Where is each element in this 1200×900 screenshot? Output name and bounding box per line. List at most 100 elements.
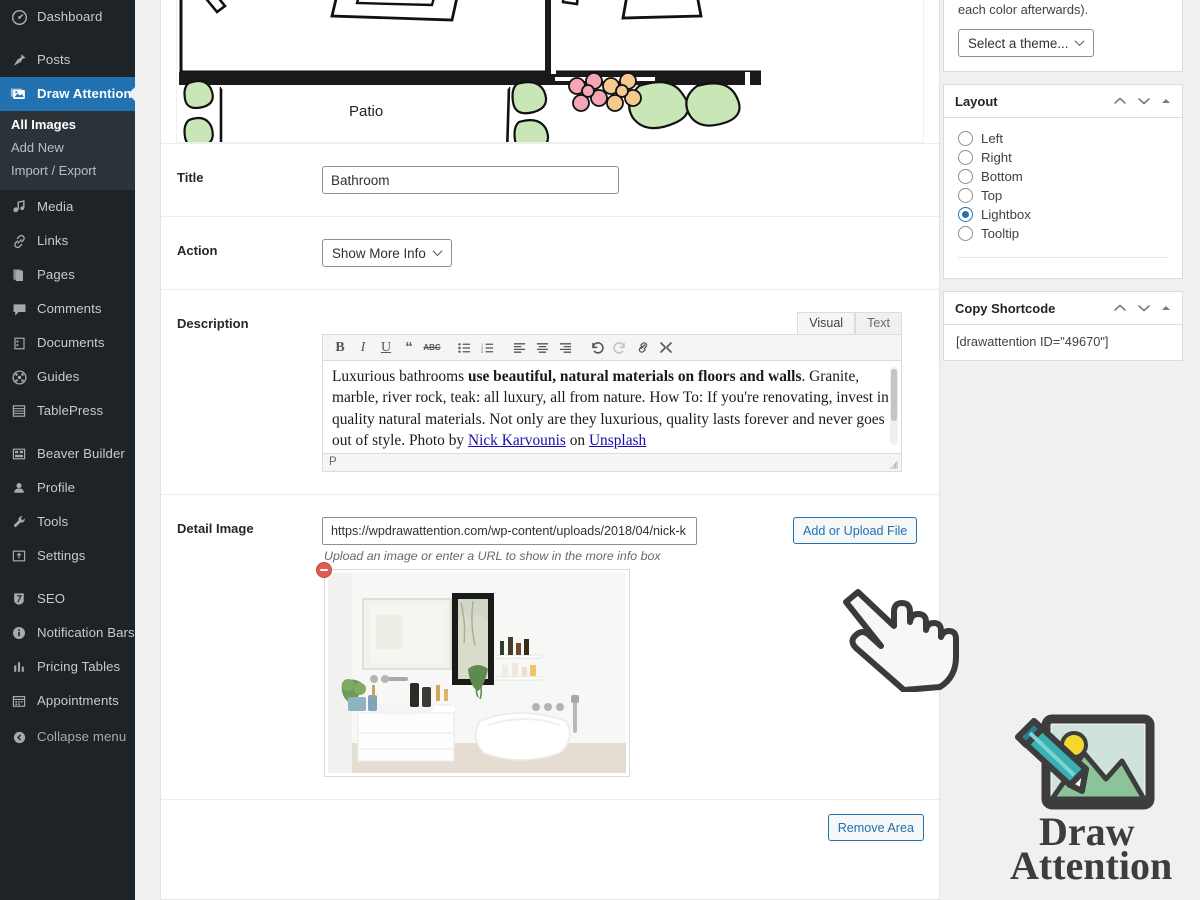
info-icon — [9, 623, 29, 643]
sidebar-item-tablepress[interactable]: TablePress — [0, 394, 135, 428]
layout-option-tooltip[interactable]: Tooltip — [958, 226, 1168, 241]
sidebar-item-pricing-tables[interactable]: Pricing Tables — [0, 650, 135, 684]
panel-divider — [958, 257, 1168, 258]
sidebar-item-settings[interactable]: Settings — [0, 539, 135, 573]
submenu-item-import-export[interactable]: Import / Export — [0, 159, 135, 182]
sidebar-item-guides[interactable]: Guides — [0, 360, 135, 394]
remove-image-button[interactable] — [316, 562, 332, 578]
radio-top[interactable] — [958, 188, 973, 203]
layout-option-label: Right — [981, 150, 1012, 165]
toggle-panel-icon[interactable] — [1161, 304, 1171, 312]
detail-image-label: Detail Image — [177, 521, 254, 536]
remove-area-button[interactable]: Remove Area — [827, 814, 924, 841]
radio-right[interactable] — [958, 150, 973, 165]
radio-lightbox[interactable] — [958, 207, 973, 222]
sidebar-item-label: Links — [37, 232, 69, 248]
add-or-upload-file-button[interactable]: Add or Upload File — [793, 517, 918, 544]
collapse-menu-button[interactable]: Collapse menu — [0, 720, 135, 754]
align-center-icon[interactable] — [531, 337, 553, 359]
detail-image-url-input[interactable] — [322, 517, 697, 545]
layout-option-left[interactable]: Left — [958, 131, 1168, 146]
editor-resize-handle[interactable] — [889, 460, 898, 469]
floorplan-sketch[interactable]: Patio — [176, 0, 924, 143]
rich-text-editor: Visual Text B I U “ ABC 1 2 3 Luxurious … — [322, 312, 902, 472]
shortcode-body: [drawattention ID="49670"] — [944, 325, 1182, 360]
sidebar-item-label: TablePress — [37, 402, 104, 418]
calendar-icon — [9, 691, 29, 711]
layout-option-bottom[interactable]: Bottom — [958, 169, 1168, 184]
sidebar-item-dashboard[interactable]: Dashboard — [0, 0, 135, 34]
layout-option-lightbox[interactable]: Lightbox — [958, 207, 1168, 222]
link-icon — [9, 231, 29, 251]
sidebar-item-seo[interactable]: SEO — [0, 582, 135, 616]
sidebar-item-comments[interactable]: Comments — [0, 292, 135, 326]
sidebar-item-media[interactable]: Media — [0, 190, 135, 224]
italic-icon[interactable]: I — [352, 337, 374, 359]
move-up-icon[interactable] — [1113, 96, 1127, 106]
sidebar-item-documents[interactable]: Documents — [0, 326, 135, 360]
detail-image-thumbnail[interactable] — [324, 569, 630, 777]
submenu-item-add-new[interactable]: Add New — [0, 136, 135, 159]
radio-tooltip[interactable] — [958, 226, 973, 241]
remove-area-row: Remove Area — [161, 799, 939, 855]
sidebar-item-tools[interactable]: Tools — [0, 505, 135, 539]
layout-panel-title: Layout — [955, 93, 998, 109]
sidebar-item-label: Guides — [37, 368, 80, 384]
move-down-icon[interactable] — [1137, 303, 1151, 313]
link-icon[interactable] — [632, 337, 654, 359]
submenu-item-all-images[interactable]: All Images — [0, 113, 135, 136]
sidebar-item-draw-attention[interactable]: Draw Attention — [0, 77, 135, 111]
sidebar-item-links[interactable]: Links — [0, 224, 135, 258]
sidebar-item-notification-bars[interactable]: Notification Bars — [0, 616, 135, 650]
action-select[interactable]: Show More Info — [322, 239, 452, 267]
editor-scrollbar[interactable] — [890, 367, 898, 445]
move-down-icon[interactable] — [1137, 96, 1151, 106]
bold-icon[interactable]: B — [329, 337, 351, 359]
toggle-panel-icon[interactable] — [1161, 97, 1171, 105]
detail-image-row: Detail Image Upload an image or enter a … — [161, 494, 939, 799]
unordered-list-icon[interactable] — [453, 337, 475, 359]
sidebar-item-label: Media — [37, 198, 74, 214]
link-nick-karvounis[interactable]: Nick Karvounis — [468, 432, 566, 449]
link-unsplash[interactable]: Unsplash — [589, 432, 646, 449]
radio-left[interactable] — [958, 131, 973, 146]
sidebar-item-profile[interactable]: Profile — [0, 471, 135, 505]
align-right-icon[interactable] — [554, 337, 576, 359]
tab-visual[interactable]: Visual — [797, 312, 856, 334]
chart-icon — [9, 657, 29, 677]
shortcode-value[interactable]: [drawattention ID="49670"] — [956, 334, 1108, 349]
svg-text:3: 3 — [481, 350, 483, 354]
layout-option-right[interactable]: Right — [958, 150, 1168, 165]
underline-icon[interactable]: U — [375, 337, 397, 359]
radio-bottom[interactable] — [958, 169, 973, 184]
sidebar-item-pages[interactable]: Pages — [0, 258, 135, 292]
sidebar-item-posts[interactable]: Posts — [0, 43, 135, 77]
blockquote-icon[interactable]: “ — [398, 337, 420, 359]
sidebar-item-appointments[interactable]: Appointments — [0, 684, 135, 718]
collapse-icon — [9, 727, 29, 747]
patio-label: Patio — [349, 103, 383, 120]
ordered-list-icon[interactable]: 123 — [476, 337, 498, 359]
layout-option-top[interactable]: Top — [958, 188, 1168, 203]
sidebar-item-label: Posts — [37, 51, 71, 67]
sidebar-item-beaver-builder[interactable]: Beaver Builder — [0, 437, 135, 471]
editor-path: P — [329, 456, 337, 468]
shortcode-panel-title: Copy Shortcode — [955, 300, 1056, 316]
sidebar-item-label: Beaver Builder — [37, 445, 125, 461]
shortcode-panel-header: Copy Shortcode — [944, 292, 1182, 325]
redo-icon[interactable] — [609, 337, 631, 359]
fullscreen-icon[interactable] — [655, 337, 677, 359]
settings-sidebar: each color afterwards). Select a theme..… — [943, 0, 1183, 373]
align-left-icon[interactable] — [508, 337, 530, 359]
document-icon — [9, 333, 29, 353]
tab-text[interactable]: Text — [855, 312, 902, 334]
guides-icon — [9, 367, 29, 387]
move-up-icon[interactable] — [1113, 303, 1127, 313]
undo-icon[interactable] — [586, 337, 608, 359]
sidebar-item-label: Settings — [37, 547, 86, 563]
description-text-body[interactable]: Luxurious bathrooms use beautiful, natur… — [323, 361, 901, 453]
strikethrough-icon[interactable]: ABC — [421, 337, 443, 359]
theme-select[interactable]: Select a theme... — [958, 29, 1095, 57]
table-icon — [9, 401, 29, 421]
title-input[interactable] — [322, 166, 619, 194]
